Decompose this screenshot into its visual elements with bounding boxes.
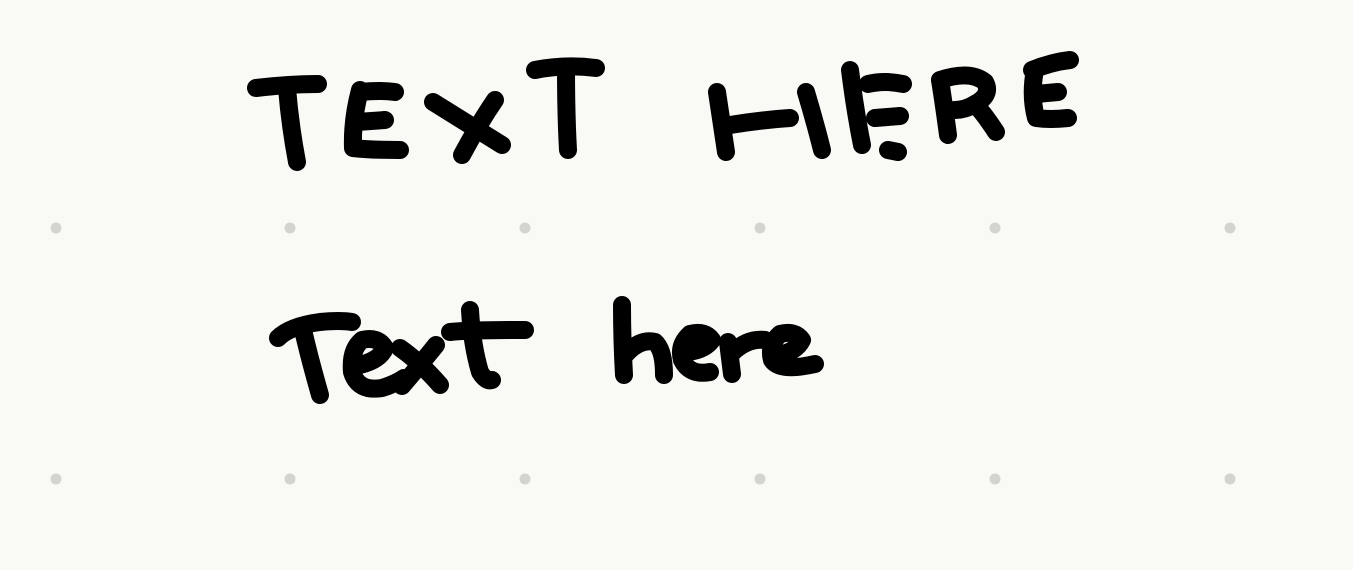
ink-layer xyxy=(247,51,1079,404)
handwriting-line-mixedcase[interactable] xyxy=(269,296,824,404)
drawing-canvas[interactable]: TEXT HERE Text here xyxy=(0,0,1353,570)
handwriting-line-uppercase[interactable] xyxy=(247,51,1079,171)
